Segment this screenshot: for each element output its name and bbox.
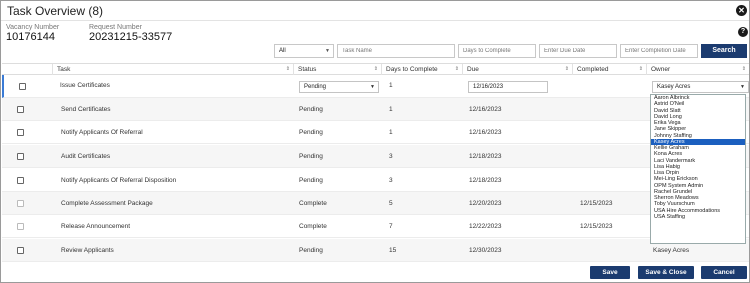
- status-filter-select[interactable]: All ▼: [274, 44, 334, 58]
- header-due[interactable]: Due ⇕: [462, 64, 572, 75]
- header-days-label: Days to Complete: [386, 66, 438, 73]
- sort-icon: ⇕: [373, 66, 378, 72]
- due-date: 12/16/2023: [469, 129, 502, 136]
- header-task[interactable]: Task ⇕: [52, 64, 293, 75]
- task-name: Release Announcement: [61, 223, 131, 230]
- table-row[interactable]: Complete Assessment Package Complete 5 1…: [2, 192, 749, 215]
- table-row[interactable]: Notify Applicants Of Referral Pending 1 …: [2, 121, 749, 144]
- due-date: 12/22/2023: [469, 223, 502, 230]
- owner-option[interactable]: USA Staffing: [651, 214, 745, 220]
- days-to-complete: 3: [389, 153, 393, 160]
- days-to-complete: 5: [389, 200, 393, 207]
- days-filter-input[interactable]: [458, 44, 536, 58]
- status-select-value: Pending: [304, 84, 327, 90]
- task-name: Complete Assessment Package: [61, 200, 153, 207]
- header-task-label: Task: [57, 66, 71, 73]
- task-overview-dialog: Task Overview (8) ✕ Vacancy Number 10176…: [0, 0, 750, 283]
- table-row[interactable]: Notify Applicants Of Referral Dispositio…: [2, 169, 749, 192]
- search-button[interactable]: Search: [701, 44, 747, 58]
- task-status: Pending: [299, 106, 323, 113]
- table-row[interactable]: Review Applicants Pending 15 12/30/2023 …: [2, 239, 749, 262]
- owner-select-value: Kasey Acres: [657, 84, 691, 90]
- completed-date: 12/15/2023: [580, 223, 613, 230]
- owner-dropdown-list[interactable]: Aaron Albrinck Astrid O'Neil David Slatt…: [650, 94, 746, 244]
- days-to-complete: 7: [389, 223, 393, 230]
- sort-icon: ⇕: [638, 66, 643, 72]
- row-checkbox[interactable]: [17, 200, 24, 207]
- row-checkbox[interactable]: [17, 247, 24, 254]
- header-status-label: Status: [298, 66, 317, 73]
- due-date-value: 12/16/2023: [473, 84, 504, 90]
- dialog-titlebar: Task Overview (8) ✕: [1, 1, 749, 21]
- sort-icon: ⇕: [564, 66, 569, 72]
- table-row[interactable]: Issue Certificates Pending ▼ 1 12/16/2023…: [2, 75, 749, 98]
- days-to-complete: 3: [389, 177, 393, 184]
- task-name-filter-input[interactable]: [337, 44, 455, 58]
- status-filter-value: All: [279, 48, 286, 54]
- task-status: Pending: [299, 247, 323, 254]
- header-owner[interactable]: Owner ⇕: [646, 64, 749, 75]
- task-status: Complete: [299, 200, 327, 207]
- days-to-complete: 15: [389, 247, 397, 254]
- header-completed[interactable]: Completed ⇕: [572, 64, 646, 75]
- task-name: Notify Applicants Of Referral Dispositio…: [61, 177, 177, 184]
- sort-icon: ⇕: [285, 66, 290, 72]
- dialog-title: Task Overview (8): [7, 4, 104, 18]
- header-select: [2, 64, 52, 75]
- row-checkbox[interactable]: [17, 106, 24, 113]
- days-to-complete: 1: [389, 129, 393, 136]
- row-checkbox[interactable]: [19, 83, 26, 90]
- task-status: Pending: [299, 129, 323, 136]
- sort-icon: ⇕: [741, 66, 746, 72]
- table-row[interactable]: Release Announcement Complete 7 12/22/20…: [2, 215, 749, 238]
- table-header: Task ⇕ Status ⇕ Days to Complete ⇕ Due ⇕ Com…: [2, 63, 749, 75]
- due-date-input[interactable]: 12/16/2023: [468, 81, 548, 93]
- row-checkbox[interactable]: [17, 153, 24, 160]
- help-icon[interactable]: ?: [738, 27, 748, 37]
- save-and-close-button[interactable]: Save & Close: [638, 266, 694, 279]
- table-row[interactable]: Send Certificates Pending 1 12/16/2023: [2, 98, 749, 121]
- task-name: Review Applicants: [61, 247, 114, 254]
- task-name: Issue Certificates: [60, 82, 110, 89]
- chevron-down-icon: ▼: [740, 84, 745, 90]
- header-owner-label: Owner: [651, 66, 671, 73]
- chevron-down-icon: ▼: [325, 48, 330, 54]
- header-completed-label: Completed: [577, 66, 609, 73]
- completion-date-filter-input[interactable]: [620, 44, 698, 58]
- table-row[interactable]: Audit Certificates Pending 3 12/18/2023: [2, 145, 749, 168]
- completed-date: 12/15/2023: [580, 200, 613, 207]
- owner-select[interactable]: Kasey Acres ▼: [652, 81, 749, 93]
- row-checkbox[interactable]: [17, 129, 24, 136]
- chevron-down-icon: ▼: [370, 84, 375, 90]
- task-name: Notify Applicants Of Referral: [61, 129, 143, 136]
- due-date: 12/16/2023: [469, 106, 502, 113]
- task-name: Send Certificates: [61, 106, 111, 113]
- close-icon[interactable]: ✕: [736, 5, 747, 16]
- vacancy-number-label: Vacancy Number: [6, 24, 60, 31]
- task-status: Pending: [299, 177, 323, 184]
- vacancy-number-value: 10176144: [6, 31, 55, 43]
- request-number-value: 20231215-33577: [89, 31, 173, 43]
- save-button[interactable]: Save: [590, 266, 630, 279]
- request-number-label: Request Number: [89, 24, 142, 31]
- header-status[interactable]: Status ⇕: [293, 64, 381, 75]
- task-name: Audit Certificates: [61, 153, 111, 160]
- due-date: 12/30/2023: [469, 247, 502, 254]
- row-checkbox[interactable]: [17, 177, 24, 184]
- row-checkbox[interactable]: [17, 223, 24, 230]
- header-days[interactable]: Days to Complete ⇕: [381, 64, 462, 75]
- due-date: 12/18/2023: [469, 153, 502, 160]
- task-status: Pending: [299, 153, 323, 160]
- status-select[interactable]: Pending ▼: [299, 81, 379, 93]
- due-date: 12/18/2023: [469, 177, 502, 184]
- cancel-button[interactable]: Cancel: [701, 266, 747, 279]
- days-to-complete: 1: [389, 106, 393, 113]
- sort-icon: ⇕: [454, 66, 459, 72]
- due-date-filter-input[interactable]: [539, 44, 617, 58]
- task-status: Complete: [299, 223, 327, 230]
- due-date: 12/20/2023: [469, 200, 502, 207]
- days-to-complete: 1: [389, 82, 393, 89]
- header-due-label: Due: [467, 66, 479, 73]
